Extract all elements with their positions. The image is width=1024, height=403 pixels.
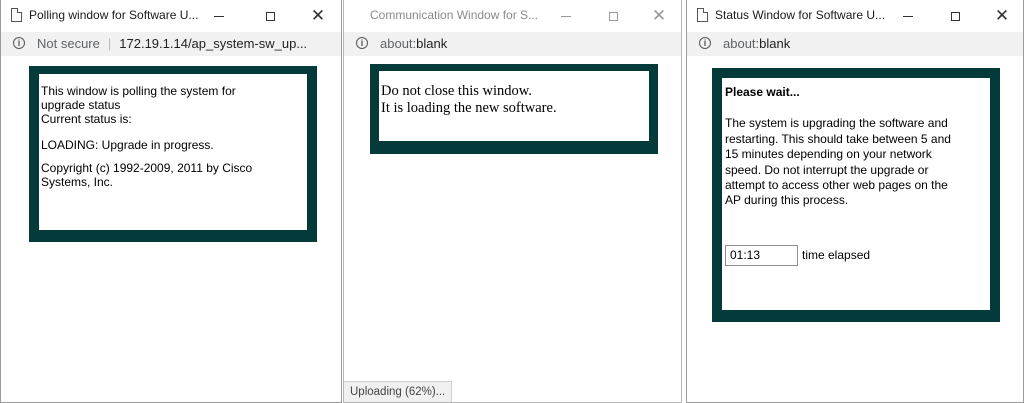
close-button[interactable]: ✕: [987, 6, 1017, 26]
status-panel: Please wait... The system is upgrading t…: [712, 68, 1000, 322]
info-line: AP during this process.: [725, 193, 849, 208]
status-panel: This window is polling the system for up…: [29, 66, 317, 242]
maximize-icon: [265, 11, 275, 21]
address-bar[interactable]: i Not secure | 172.19.1.14/ap_system-sw_up…: [1, 32, 341, 56]
info-line: restarting. This should take between 5 a…: [725, 131, 951, 146]
polling-text-line2: upgrade status: [41, 98, 121, 112]
security-label: Not secure: [37, 36, 100, 51]
minimize-icon: [903, 15, 913, 17]
timer-row: 01:13 time elapsed: [725, 245, 870, 266]
minimize-icon: [561, 15, 571, 17]
elapsed-time-label: time elapsed: [802, 247, 871, 262]
copyright-line1: Copyright (c) 1992-2009, 2011 by Cisco: [41, 161, 253, 175]
copyright-line2: Systems, Inc.: [41, 175, 114, 189]
message-panel: Do not close this window. It is loading …: [370, 64, 658, 154]
info-icon[interactable]: i: [699, 37, 711, 49]
close-icon: ✕: [310, 6, 326, 25]
polling-window[interactable]: Polling window for Software U... ✕ i Not…: [0, 0, 342, 403]
elapsed-time-field[interactable]: 01:13: [725, 245, 798, 266]
document-icon: [697, 8, 708, 22]
upgrade-status: LOADING: Upgrade in progress.: [41, 138, 214, 152]
minimize-button[interactable]: [893, 6, 923, 26]
close-icon: ✕: [651, 6, 667, 25]
url-path: blank: [759, 36, 791, 51]
info-icon[interactable]: i: [356, 37, 368, 49]
url-scheme: about:: [380, 36, 417, 51]
maximize-button[interactable]: [598, 6, 628, 26]
address-separator: |: [107, 36, 112, 51]
message-line1: Do not close this window.: [381, 83, 532, 99]
window-title: Polling window for Software U...: [29, 8, 199, 22]
polling-text-line3: Current status is:: [41, 112, 132, 126]
title-bar[interactable]: Communication Window for S... ✕: [344, 0, 681, 32]
maximize-button[interactable]: [255, 6, 285, 26]
minimize-button[interactable]: [551, 6, 581, 26]
info-icon[interactable]: i: [13, 37, 25, 49]
document-icon: [11, 8, 22, 22]
maximize-icon: [608, 11, 618, 21]
address-text[interactable]: Not secure | 172.19.1.14/ap_system-sw_up..…: [37, 36, 307, 51]
url: 172.19.1.14/ap_system-sw_up...: [119, 36, 308, 51]
communication-window[interactable]: Communication Window for S... ✕ i about:…: [343, 0, 682, 403]
close-icon: ✕: [994, 6, 1010, 25]
info-line: 15 minutes depending on your network: [725, 147, 932, 162]
minimize-icon: [214, 15, 224, 17]
status-window[interactable]: Status Window for Software U... ✕ i abou…: [686, 0, 1024, 403]
close-button[interactable]: ✕: [644, 6, 674, 26]
address-text[interactable]: about:blank: [380, 36, 447, 51]
polling-text-line1: This window is polling the system for: [41, 84, 236, 98]
message-line2: It is loading the new software.: [381, 100, 557, 116]
status-bar: Uploading (62%)...: [344, 381, 453, 402]
please-wait-heading: Please wait...: [725, 85, 800, 99]
maximize-button[interactable]: [940, 6, 970, 26]
url-scheme: about:: [723, 36, 760, 51]
window-title: Communication Window for S...: [370, 8, 539, 22]
info-line: attempt to access other web pages on the: [725, 178, 948, 193]
url-path: blank: [416, 36, 448, 51]
info-line: speed. Do not interrupt the upgrade or: [725, 162, 929, 177]
title-bar[interactable]: Status Window for Software U... ✕: [687, 0, 1023, 32]
window-title: Status Window for Software U...: [715, 8, 886, 22]
title-bar[interactable]: Polling window for Software U... ✕: [1, 0, 341, 32]
info-line: The system is upgrading the software and: [725, 116, 948, 131]
address-bar[interactable]: i about:blank: [344, 32, 681, 56]
maximize-icon: [950, 11, 960, 21]
address-bar[interactable]: i about:blank: [687, 32, 1023, 56]
minimize-button[interactable]: [204, 6, 234, 26]
close-button[interactable]: ✕: [303, 6, 333, 26]
address-text[interactable]: about:blank: [723, 36, 790, 51]
